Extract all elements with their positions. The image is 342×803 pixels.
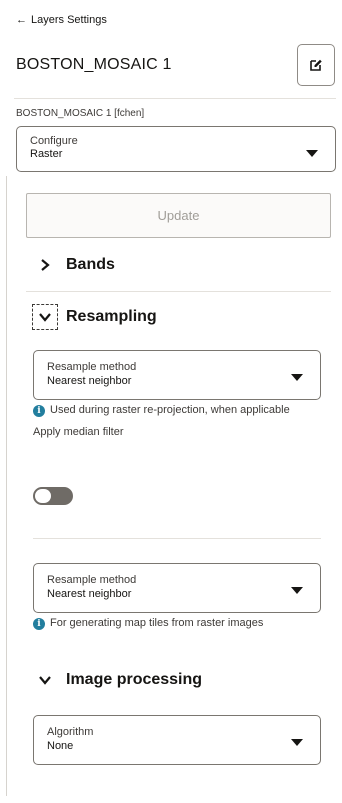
resample-info-1: i Used during raster re-projection, when… xyxy=(33,403,323,418)
chevron-down-icon xyxy=(36,671,54,689)
algorithm-label: Algorithm xyxy=(47,726,94,738)
configure-select-value: Raster xyxy=(30,148,63,160)
section-image-processing-title: Image processing xyxy=(66,671,203,688)
algorithm-select[interactable]: Algorithm None xyxy=(33,715,321,765)
section-resampling-header[interactable]: Resampling xyxy=(32,304,157,330)
chevron-right-icon xyxy=(36,256,54,274)
chevron-down-icon xyxy=(306,150,318,157)
configure-select[interactable]: Configure Raster xyxy=(16,126,336,172)
resample-method-select[interactable]: Resample method Nearest neighbor xyxy=(33,350,321,400)
resampling-divider xyxy=(33,538,321,539)
resample-info-1-text: Used during raster re-projection, when a… xyxy=(50,404,290,416)
layer-subtitle: BOSTON_MOSAIC 1 [fchen] xyxy=(16,108,145,119)
median-filter-toggle[interactable] xyxy=(33,487,73,505)
back-to-layers-link[interactable]: ← Layers Settings xyxy=(16,14,107,26)
section-bands-title: Bands xyxy=(66,256,115,273)
chevron-down-icon xyxy=(32,304,58,330)
info-icon: i xyxy=(33,618,45,630)
edit-icon xyxy=(310,59,322,71)
edit-layer-button[interactable] xyxy=(297,44,335,86)
resample-method-tiles-label: Resample method xyxy=(47,574,137,586)
algorithm-value: None xyxy=(47,740,74,752)
resample-method-value: Nearest neighbor xyxy=(47,375,132,387)
info-icon: i xyxy=(33,405,45,417)
bands-divider xyxy=(26,291,331,292)
chevron-down-icon xyxy=(291,374,303,381)
resample-info-2-text: For generating map tiles from raster ima… xyxy=(50,617,264,629)
content-rail xyxy=(6,176,7,796)
resample-method-label: Resample method xyxy=(47,361,137,373)
layer-title: BOSTON_MOSAIC 1 xyxy=(16,56,172,73)
resample-method-tiles-value: Nearest neighbor xyxy=(47,588,132,600)
header-divider xyxy=(14,98,336,99)
configure-select-label: Configure xyxy=(30,135,78,147)
update-button[interactable]: Update xyxy=(26,193,331,238)
chevron-down-icon xyxy=(291,739,303,746)
section-resampling-title: Resampling xyxy=(66,308,157,325)
section-image-processing-header[interactable]: Image processing xyxy=(36,671,202,689)
chevron-down-icon xyxy=(291,587,303,594)
median-filter-label: Apply median filter xyxy=(33,426,124,438)
section-bands-header[interactable]: Bands xyxy=(36,256,115,274)
toggle-knob xyxy=(35,489,51,503)
back-link-label: Layers Settings xyxy=(31,14,107,26)
layer-settings-panel: ← Layers Settings BOSTON_MOSAIC 1 BOSTON… xyxy=(0,0,342,803)
resample-method-tiles-select[interactable]: Resample method Nearest neighbor xyxy=(33,563,321,613)
resample-info-2: i For generating map tiles from raster i… xyxy=(33,616,323,631)
back-arrow-icon: ← xyxy=(16,13,27,26)
